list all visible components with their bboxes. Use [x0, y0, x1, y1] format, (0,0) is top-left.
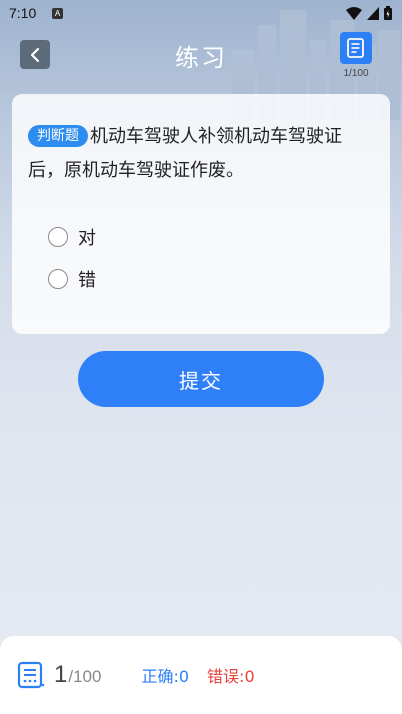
answer-card-icon[interactable] [16, 660, 46, 690]
correct-stat: 正确:0 [141, 663, 189, 687]
question-type-badge: 判断题 [28, 125, 88, 147]
notification-icon: A [52, 8, 63, 19]
answer-sheet-icon [347, 38, 364, 58]
progress-total: /100 [68, 667, 102, 686]
correct-label: 正确: [141, 667, 179, 686]
question-card: 判断题 机动车驾驶人补领机动车驾驶证后，原机动车驾驶证作废。 对 错 [12, 94, 390, 334]
answer-sheet-button[interactable] [340, 32, 372, 64]
radio-button[interactable] [48, 227, 68, 247]
option-true[interactable]: 对 [28, 216, 374, 258]
radio-button[interactable] [48, 269, 68, 289]
wrong-stat: 错误:0 [207, 663, 255, 687]
wrong-label: 错误: [207, 667, 245, 686]
status-time: 7:10 [9, 5, 37, 21]
option-false[interactable]: 错 [28, 258, 374, 300]
status-icons [346, 5, 392, 21]
options-list: 对 错 [28, 216, 374, 300]
status-bar: 7:10 A [0, 0, 402, 28]
option-label: 对 [78, 228, 96, 249]
battery-icon [384, 6, 392, 20]
sheet-count: 1/100 [343, 68, 369, 79]
bottom-bar: 1 /100 正确:0 错误:0 [0, 636, 402, 714]
submit-button[interactable]: 提交 [78, 351, 324, 407]
correct-count: 0 [178, 667, 190, 686]
wrong-count: 0 [244, 667, 255, 686]
progress-current: 1 [54, 661, 68, 688]
question-stem: 判断题 机动车驾驶人补领机动车驾驶证后，原机动车驾驶证作废。 [28, 120, 374, 188]
signal-icon [367, 6, 379, 20]
wifi-icon [346, 6, 362, 20]
option-label: 错 [78, 270, 96, 291]
